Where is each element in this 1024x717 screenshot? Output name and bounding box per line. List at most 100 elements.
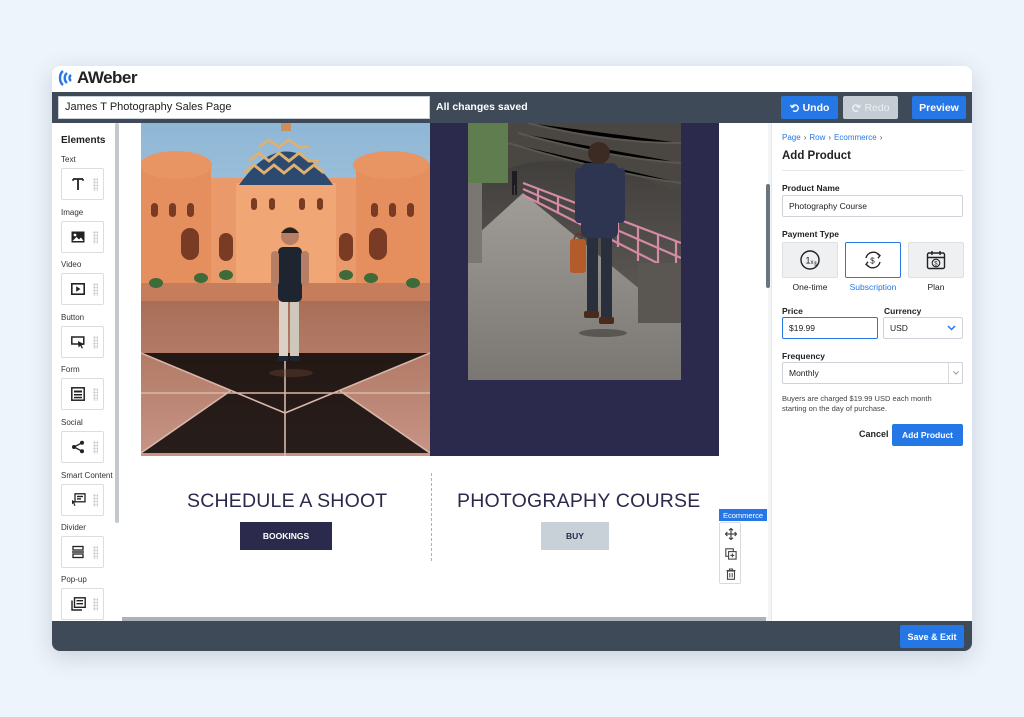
drag-handle[interactable] [93, 336, 98, 349]
element-tile[interactable] [61, 326, 104, 358]
element-divider[interactable]: Divider [61, 523, 121, 568]
breadcrumb-row[interactable]: Row [809, 133, 825, 142]
element-tile[interactable] [61, 378, 104, 410]
currency-select[interactable]: USD [883, 317, 963, 339]
payment-type-one-time[interactable]: 1 x $ [782, 242, 838, 278]
elements-scrollbar[interactable] [115, 123, 119, 523]
buy-button[interactable]: BUY [541, 522, 609, 550]
bookings-button[interactable]: BOOKINGS [240, 522, 332, 550]
undo-button[interactable]: Undo [781, 96, 838, 119]
duplicate-icon[interactable] [725, 548, 737, 560]
svg-text:$: $ [814, 262, 817, 268]
element-label: Pop-up [61, 575, 87, 584]
plan-calendar-icon: $ [926, 251, 946, 270]
breadcrumb-page[interactable]: Page [782, 133, 801, 142]
payment-type-plan[interactable]: $ [908, 242, 964, 278]
panel-divider [782, 170, 964, 171]
elements-title: Elements [61, 135, 106, 146]
redo-icon [852, 103, 862, 112]
drag-handle[interactable] [93, 494, 98, 507]
page-name-input[interactable]: James T Photography Sales Page [58, 96, 430, 119]
element-label: Smart Content [61, 471, 113, 480]
save-status: All changes saved [436, 101, 528, 113]
move-icon[interactable] [725, 528, 737, 540]
logo-text: AWeber [77, 68, 138, 87]
element-label: Image [61, 208, 84, 217]
frequency-dropdown-toggle[interactable] [948, 363, 962, 383]
payment-type-subscription[interactable]: $ [845, 242, 901, 278]
element-button[interactable]: Button [61, 313, 121, 358]
schedule-heading[interactable]: SCHEDULE A SHOOT [187, 490, 387, 513]
frequency-select[interactable]: Monthly [782, 362, 963, 384]
breadcrumb: Page › Row › Ecommerce › [782, 133, 885, 142]
frequency-label: Frequency [782, 351, 825, 361]
breadcrumb-ecommerce[interactable]: Ecommerce [834, 133, 877, 142]
save-and-exit-button[interactable]: Save & Exit [900, 625, 964, 648]
redo-button[interactable]: Redo [843, 96, 898, 119]
svg-text:$: $ [870, 257, 875, 266]
top-toolbar: James T Photography Sales Page All chang… [52, 92, 972, 123]
image-icon [71, 231, 85, 243]
element-tile[interactable] [61, 221, 104, 253]
subscription-label: Subscription [849, 282, 897, 292]
canvas-vertical-scrollbar[interactable] [766, 184, 770, 288]
product-settings-panel: Page › Row › Ecommerce › Add Product Product … [771, 123, 972, 621]
chevron-right-icon: › [828, 133, 832, 142]
page-canvas: SCHEDULE A SHOOT BOOKINGS PHOTOGRAPHY CO… [122, 123, 771, 621]
ecommerce-block-tag[interactable]: Ecommerce [719, 509, 767, 521]
element-smart-content[interactable]: Smart Content [61, 471, 121, 516]
element-label: Social [61, 418, 83, 427]
drag-handle[interactable] [93, 388, 98, 401]
cancel-button[interactable]: Cancel [859, 429, 889, 439]
smart-content-icon [72, 493, 86, 506]
drag-handle[interactable] [93, 441, 98, 454]
undo-label: Undo [802, 101, 830, 114]
undo-icon [789, 103, 799, 112]
preview-button[interactable]: Preview [912, 96, 966, 119]
chevron-right-icon: › [879, 133, 883, 142]
element-tile[interactable] [61, 273, 104, 305]
editor-window: AWeber James T Photography Sales Page Al… [52, 66, 972, 651]
walkway-photo-illustration [468, 123, 681, 380]
bottom-toolbar: Save & Exit [52, 621, 972, 651]
text-icon [72, 178, 84, 190]
building-photo-illustration [141, 123, 430, 456]
currency-value: USD [890, 323, 908, 333]
photo-man-walking[interactable] [468, 123, 681, 380]
element-popup[interactable]: Pop-up [61, 575, 121, 620]
popup-icon [71, 597, 86, 611]
element-tile[interactable] [61, 588, 104, 620]
price-field[interactable]: $19.99 [782, 317, 878, 339]
trash-icon[interactable] [725, 568, 737, 580]
element-tile[interactable] [61, 536, 104, 568]
element-image[interactable]: Image [61, 208, 121, 253]
element-label: Video [61, 260, 82, 269]
drag-handle[interactable] [93, 546, 98, 559]
element-video[interactable]: Video [61, 260, 121, 305]
element-social[interactable]: Social [61, 418, 121, 463]
column-divider [431, 473, 432, 561]
element-form[interactable]: Form [61, 365, 121, 410]
element-label: Text [61, 155, 76, 164]
drag-handle[interactable] [93, 283, 98, 296]
drag-handle[interactable] [93, 231, 98, 244]
element-label: Button [61, 313, 85, 322]
currency-label: Currency [884, 306, 922, 316]
share-icon [72, 440, 84, 454]
element-tile[interactable] [61, 484, 104, 516]
product-name-field[interactable]: Photography Course [782, 195, 963, 217]
one-time-label: One-time [792, 282, 828, 292]
photo-man-at-building[interactable] [141, 123, 430, 456]
course-heading[interactable]: PHOTOGRAPHY COURSE [457, 490, 700, 513]
aweber-logo[interactable]: AWeber [58, 68, 138, 88]
plan-label: Plan [927, 282, 945, 292]
drag-handle[interactable] [93, 598, 98, 611]
logo-bar: AWeber [52, 66, 972, 92]
element-tile[interactable] [61, 431, 104, 463]
divider-icon [72, 545, 84, 559]
add-product-button[interactable]: Add Product [892, 424, 963, 446]
panel-title: Add Product [782, 150, 851, 162]
element-tile[interactable] [61, 168, 104, 200]
element-text[interactable]: Text [61, 155, 121, 200]
drag-handle[interactable] [93, 178, 98, 191]
